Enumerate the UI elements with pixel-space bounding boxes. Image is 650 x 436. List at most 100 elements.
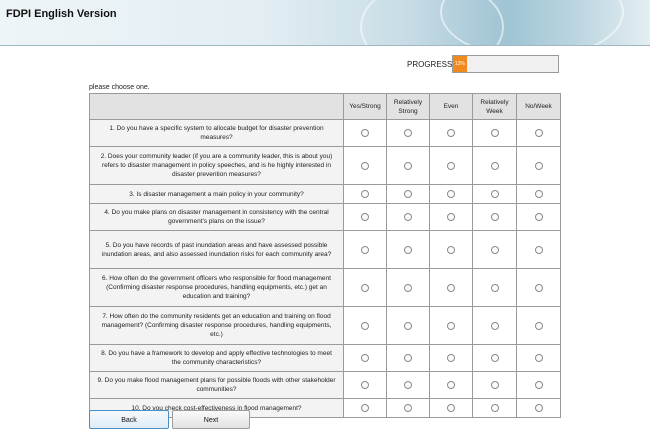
option-cell bbox=[343, 344, 387, 372]
answer-radio[interactable] bbox=[534, 161, 543, 170]
answer-radio[interactable] bbox=[404, 354, 412, 362]
progress-label: PROGRESS bbox=[407, 60, 453, 69]
answer-radio[interactable] bbox=[490, 161, 499, 170]
option-cell bbox=[343, 268, 387, 307]
answer-radio[interactable] bbox=[404, 404, 412, 412]
answer-radio[interactable] bbox=[404, 283, 412, 292]
option-cell bbox=[472, 119, 517, 147]
answer-radio[interactable] bbox=[361, 381, 369, 389]
answer-radio[interactable] bbox=[404, 381, 412, 389]
answer-radio[interactable] bbox=[361, 161, 369, 170]
answer-radio[interactable] bbox=[534, 321, 543, 330]
answer-radio[interactable] bbox=[361, 404, 369, 412]
answer-radio[interactable] bbox=[490, 354, 499, 362]
option-cell bbox=[516, 146, 561, 185]
answer-radio[interactable] bbox=[490, 190, 499, 198]
question-text: 5. Do you have records of past inundatio… bbox=[89, 230, 344, 269]
column-header: Relatively Week bbox=[472, 93, 517, 120]
answer-radio[interactable] bbox=[361, 245, 369, 254]
answer-radio[interactable] bbox=[447, 321, 455, 330]
question-table: Yes/Strong Relatively Strong Even Relati… bbox=[89, 93, 561, 418]
answer-radio[interactable] bbox=[361, 129, 369, 137]
answer-radio[interactable] bbox=[361, 190, 369, 198]
table-row: 3. Is disaster management a main policy … bbox=[89, 184, 561, 204]
answer-radio[interactable] bbox=[534, 404, 543, 412]
option-cell bbox=[429, 184, 473, 204]
option-cell bbox=[472, 268, 517, 307]
table-row: 5. Do you have records of past inundatio… bbox=[89, 230, 561, 269]
table-row: 8. Do you have a framework to develop an… bbox=[89, 344, 561, 372]
answer-radio[interactable] bbox=[490, 129, 499, 137]
option-cell bbox=[386, 119, 430, 147]
option-cell bbox=[343, 306, 387, 345]
answer-radio[interactable] bbox=[490, 245, 499, 254]
option-cell bbox=[516, 398, 561, 418]
answer-radio[interactable] bbox=[490, 321, 499, 330]
answer-radio[interactable] bbox=[361, 321, 369, 330]
next-button[interactable]: Next bbox=[172, 410, 250, 429]
option-cell bbox=[429, 306, 473, 345]
option-cell bbox=[429, 146, 473, 185]
answer-radio[interactable] bbox=[534, 213, 543, 221]
answer-radio[interactable] bbox=[534, 381, 543, 389]
back-button[interactable]: Back bbox=[89, 410, 169, 429]
progress-bar: 13% bbox=[452, 55, 559, 73]
answer-radio[interactable] bbox=[447, 404, 455, 412]
option-cell bbox=[429, 203, 473, 231]
answer-radio[interactable] bbox=[534, 190, 543, 198]
answer-radio[interactable] bbox=[361, 283, 369, 292]
option-cell bbox=[516, 230, 561, 269]
answer-radio[interactable] bbox=[490, 213, 499, 221]
answer-radio[interactable] bbox=[404, 245, 412, 254]
answer-radio[interactable] bbox=[404, 190, 412, 198]
option-cell bbox=[429, 344, 473, 372]
column-header: Even bbox=[429, 93, 473, 120]
table-header-row: Yes/Strong Relatively Strong Even Relati… bbox=[89, 93, 561, 120]
answer-radio[interactable] bbox=[490, 283, 499, 292]
answer-radio[interactable] bbox=[404, 321, 412, 330]
answer-radio[interactable] bbox=[447, 245, 455, 254]
answer-radio[interactable] bbox=[534, 129, 543, 137]
column-header: No/Week bbox=[516, 93, 561, 120]
answer-radio[interactable] bbox=[404, 213, 412, 221]
answer-radio[interactable] bbox=[534, 283, 543, 292]
option-cell bbox=[343, 184, 387, 204]
answer-radio[interactable] bbox=[490, 404, 499, 412]
answer-radio[interactable] bbox=[447, 354, 455, 362]
answer-radio[interactable] bbox=[447, 161, 455, 170]
question-text: 6. How often do the government officers … bbox=[89, 268, 344, 307]
question-text: 7. How often do the community residents … bbox=[89, 306, 344, 345]
table-row: 4. Do you make plans on disaster managem… bbox=[89, 203, 561, 231]
option-cell bbox=[429, 230, 473, 269]
option-cell bbox=[516, 344, 561, 372]
option-cell bbox=[386, 344, 430, 372]
answer-radio[interactable] bbox=[404, 161, 412, 170]
answer-radio[interactable] bbox=[534, 354, 543, 362]
option-cell bbox=[386, 203, 430, 231]
option-cell bbox=[386, 398, 430, 418]
answer-radio[interactable] bbox=[490, 381, 499, 389]
column-header: Yes/Strong bbox=[343, 93, 387, 120]
header-decoration bbox=[440, 0, 624, 45]
answer-radio[interactable] bbox=[534, 245, 543, 254]
answer-radio[interactable] bbox=[447, 381, 455, 389]
option-cell bbox=[343, 398, 387, 418]
option-cell bbox=[516, 119, 561, 147]
answer-radio[interactable] bbox=[447, 213, 455, 221]
answer-radio[interactable] bbox=[447, 190, 455, 198]
option-cell bbox=[386, 268, 430, 307]
answer-radio[interactable] bbox=[447, 129, 455, 137]
option-cell bbox=[472, 371, 517, 399]
question-text: 4. Do you make plans on disaster managem… bbox=[89, 203, 344, 231]
answer-radio[interactable] bbox=[361, 213, 369, 221]
option-cell bbox=[472, 230, 517, 269]
question-column-header bbox=[89, 93, 344, 120]
option-cell bbox=[386, 306, 430, 345]
option-cell bbox=[472, 146, 517, 185]
option-cell bbox=[429, 398, 473, 418]
option-cell bbox=[472, 344, 517, 372]
answer-radio[interactable] bbox=[361, 354, 369, 362]
answer-radio[interactable] bbox=[404, 129, 412, 137]
option-cell bbox=[516, 268, 561, 307]
answer-radio[interactable] bbox=[447, 283, 455, 292]
